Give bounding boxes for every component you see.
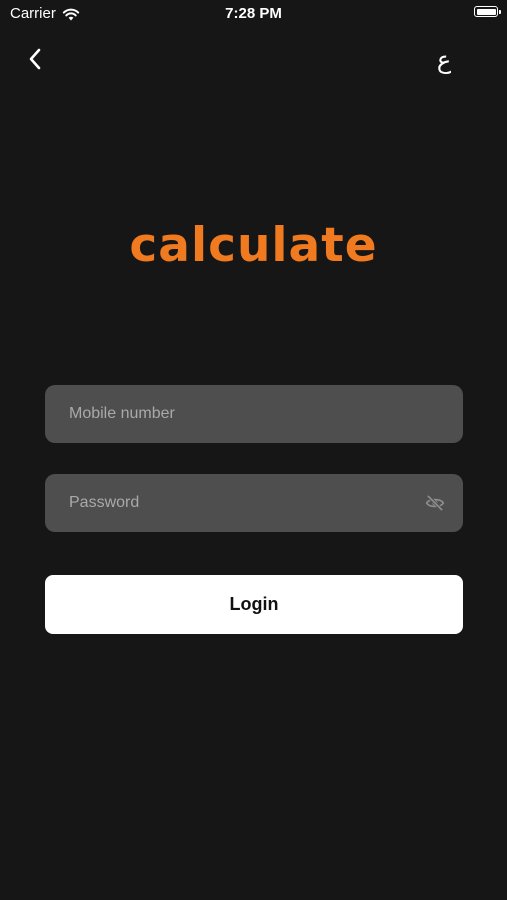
password-input[interactable] (69, 474, 409, 532)
password-field[interactable] (45, 474, 463, 532)
chevron-left-icon (29, 48, 41, 70)
status-bar: Carrier 7:28 PM (0, 0, 507, 28)
language-toggle-button[interactable]: ع (429, 44, 459, 76)
app-logo: calculate (129, 218, 378, 273)
login-button[interactable]: Login (45, 575, 463, 634)
mobile-number-input[interactable] (69, 385, 409, 443)
mobile-number-field[interactable] (45, 385, 463, 443)
back-button[interactable] (20, 44, 50, 74)
battery-icon (474, 6, 501, 17)
eye-slash-icon[interactable] (425, 493, 445, 513)
status-time: 7:28 PM (225, 5, 282, 22)
